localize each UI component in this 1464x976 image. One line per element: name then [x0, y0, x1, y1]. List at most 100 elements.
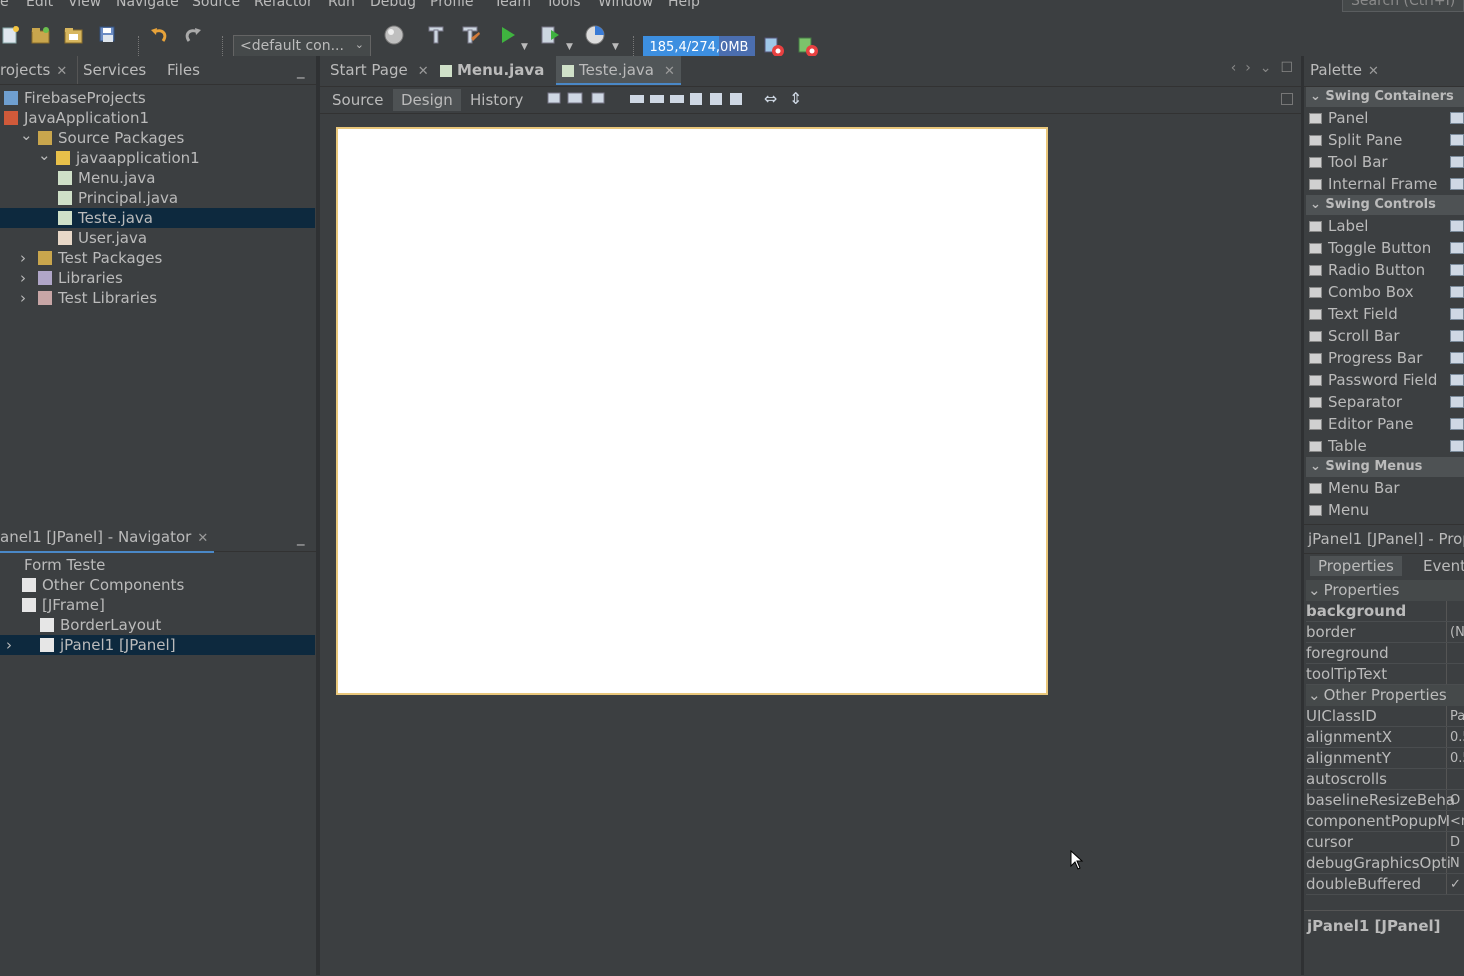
close-icon[interactable]: ✕: [1368, 64, 1379, 79]
clean-build-icon[interactable]: [459, 24, 481, 46]
selection-mode-icons[interactable]: [546, 91, 606, 107]
minimize-icon[interactable]: _: [297, 523, 305, 551]
menu-item-team[interactable]: Team: [494, 0, 531, 10]
property-value[interactable]: D: [1446, 832, 1464, 852]
resize-horizontal-icon[interactable]: ⇔: [764, 89, 777, 108]
splitter[interactable]: [1301, 56, 1304, 975]
palette-item[interactable]: Split Pane: [1306, 129, 1464, 151]
property-value[interactable]: O: [1446, 790, 1464, 810]
close-icon[interactable]: ✕: [418, 64, 429, 79]
profile-dropdown-icon[interactable]: ▼: [612, 42, 619, 52]
tab-palette[interactable]: Palette ✕: [1310, 56, 1379, 84]
run-icon[interactable]: [497, 24, 519, 46]
chevron-right-icon[interactable]: ›: [6, 635, 12, 655]
alignment-icons[interactable]: [630, 91, 748, 107]
tree-item[interactable]: FirebaseProjects: [0, 88, 315, 108]
property-value[interactable]: Pa: [1446, 706, 1464, 726]
gc-icon[interactable]: [763, 36, 785, 58]
menu-item-e[interactable]: e: [0, 0, 9, 10]
editor-tab[interactable]: Start Page ✕: [324, 56, 435, 85]
tab-history[interactable]: History: [470, 89, 523, 111]
palette-item[interactable]: Toggle Button: [1306, 237, 1464, 259]
menu-item-help[interactable]: Help: [668, 0, 700, 10]
property-value[interactable]: N: [1446, 853, 1464, 873]
property-row[interactable]: border (N: [1306, 622, 1464, 643]
property-row[interactable]: alignmentY 0.5: [1306, 748, 1464, 769]
chevron-right-icon[interactable]: ›: [20, 268, 26, 288]
property-row[interactable]: baselineResizeBeha O: [1306, 790, 1464, 811]
palette-item[interactable]: Combo Box: [1306, 281, 1464, 303]
palette-item[interactable]: Separator: [1306, 391, 1464, 413]
chevron-down-icon[interactable]: ⌄: [20, 125, 33, 145]
menu-item-refactor[interactable]: Refactor: [254, 0, 313, 10]
palette-item[interactable]: Editor Pane: [1306, 413, 1464, 435]
menu-item-navigate[interactable]: Navigate: [116, 0, 179, 10]
chevron-right-icon[interactable]: ›: [1245, 60, 1251, 76]
navigator-item[interactable]: › jPanel1 [JPanel]: [0, 635, 315, 655]
tab-source[interactable]: Source: [332, 89, 384, 111]
tab-navigator[interactable]: anel1 [JPanel] - Navigator ✕: [0, 523, 215, 553]
palette-item[interactable]: Label: [1306, 215, 1464, 237]
search-input[interactable]: Search (Ctrl+I): [1342, 0, 1464, 12]
palette-category[interactable]: ⌄ Swing Containers: [1306, 87, 1464, 107]
property-category[interactable]: ⌄ Other Properties: [1306, 685, 1464, 706]
tab-properties[interactable]: Properties: [1310, 556, 1402, 576]
palette-category[interactable]: ⌄ Swing Controls: [1306, 195, 1464, 215]
palette-item[interactable]: Radio Button: [1306, 259, 1464, 281]
profile-icon[interactable]: [584, 24, 606, 46]
property-row[interactable]: autoscrolls: [1306, 769, 1464, 790]
save-all-icon[interactable]: [97, 24, 119, 46]
property-value[interactable]: ✓: [1446, 874, 1464, 894]
tree-item[interactable]: Menu.java: [0, 168, 315, 188]
chevron-down-icon[interactable]: ⌄: [38, 145, 51, 165]
property-value[interactable]: [1446, 643, 1464, 663]
palette-item[interactable]: Scroll Bar: [1306, 325, 1464, 347]
palette-item[interactable]: Menu Bar: [1306, 477, 1464, 499]
menu-item-debug[interactable]: Debug: [370, 0, 416, 10]
tree-item[interactable]: › Test Packages: [0, 248, 315, 268]
property-row[interactable]: alignmentX 0.5: [1306, 727, 1464, 748]
build-icon[interactable]: [425, 24, 447, 46]
property-category[interactable]: ⌄ Properties: [1306, 580, 1464, 601]
palette-item[interactable]: Progress Bar: [1306, 347, 1464, 369]
navigator-item[interactable]: Other Components: [0, 575, 315, 595]
jpanel-design-canvas[interactable]: [336, 127, 1048, 695]
navigator-item[interactable]: Form Teste: [0, 555, 315, 575]
debug-icon[interactable]: [539, 24, 561, 46]
profile-memory-icon[interactable]: [797, 36, 819, 58]
chevron-left-icon[interactable]: ‹: [1231, 60, 1237, 76]
minimize-icon[interactable]: _: [297, 56, 305, 84]
tab-projects[interactable]: rojects ✕: [0, 56, 79, 84]
palette-item[interactable]: Tool Bar: [1306, 151, 1464, 173]
redo-icon[interactable]: [182, 24, 204, 46]
chevron-right-icon[interactable]: ›: [20, 288, 26, 308]
tree-item[interactable]: Teste.java: [0, 208, 315, 228]
property-row[interactable]: cursor D: [1306, 832, 1464, 853]
tree-item[interactable]: › Libraries: [0, 268, 315, 288]
tab-design[interactable]: Design: [393, 89, 461, 111]
menu-item-tools[interactable]: Tools: [546, 0, 581, 10]
property-value[interactable]: [1446, 601, 1464, 621]
close-icon[interactable]: ✕: [56, 64, 67, 79]
expand-icon[interactable]: [1281, 93, 1293, 105]
tree-item[interactable]: User.java: [0, 228, 315, 248]
menu-item-window[interactable]: Window: [598, 0, 653, 10]
property-row[interactable]: UIClassID Pa: [1306, 706, 1464, 727]
menu-item-source[interactable]: Source: [192, 0, 240, 10]
property-row[interactable]: foreground: [1306, 643, 1464, 664]
palette-category[interactable]: ⌄ Swing Menus: [1306, 457, 1464, 477]
chevron-right-icon[interactable]: ›: [20, 248, 26, 268]
palette-item[interactable]: Menu: [1306, 499, 1464, 521]
tab-files[interactable]: Files: [167, 56, 200, 84]
palette-item[interactable]: Panel: [1306, 107, 1464, 129]
property-row[interactable]: background: [1306, 601, 1464, 622]
new-project-icon[interactable]: [30, 24, 52, 46]
property-row[interactable]: toolTipText: [1306, 664, 1464, 685]
property-row[interactable]: doubleBuffered ✓: [1306, 874, 1464, 895]
run-dropdown-icon[interactable]: ▼: [521, 42, 528, 52]
tab-services[interactable]: Services: [83, 56, 146, 84]
tree-item[interactable]: › Test Libraries: [0, 288, 315, 308]
new-file-icon[interactable]: [0, 24, 22, 46]
menu-item-run[interactable]: Run: [328, 0, 355, 10]
maximize-icon[interactable]: ☐: [1280, 60, 1293, 76]
